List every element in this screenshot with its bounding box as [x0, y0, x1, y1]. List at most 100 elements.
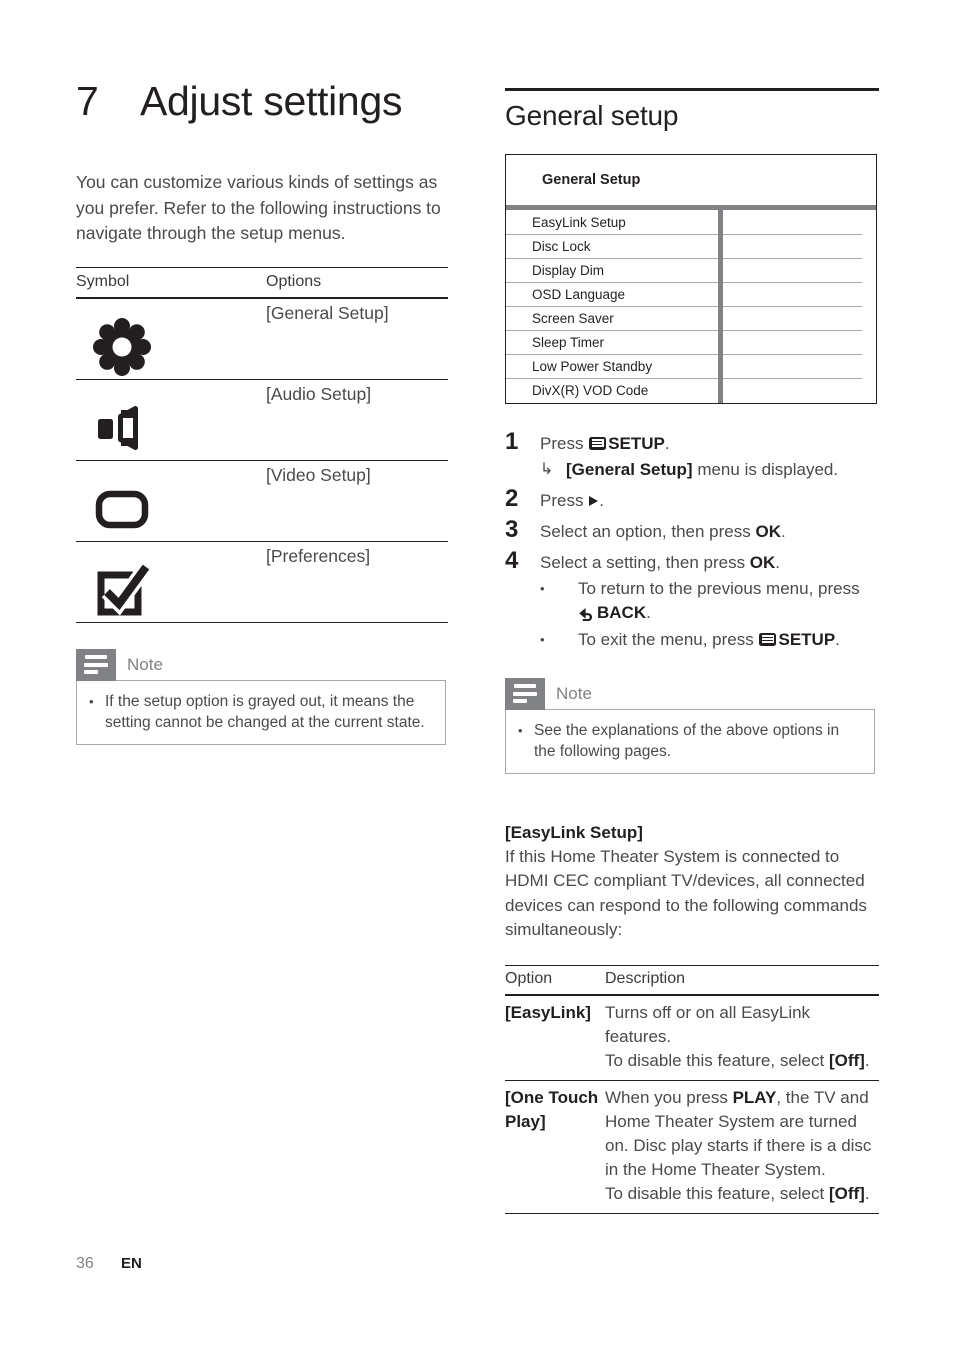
- section-rule: [505, 88, 879, 91]
- chapter-number: 7: [76, 78, 99, 124]
- table-row: [One Touch Play] When you press PLAY, th…: [505, 1080, 879, 1214]
- step-number: 3: [505, 515, 519, 543]
- result-tail: menu is displayed.: [692, 459, 839, 479]
- osd-item: OSD Language: [506, 283, 718, 307]
- desc-tail: .: [864, 1050, 870, 1070]
- desc-bold: [Off]: [828, 1183, 865, 1203]
- step-text: Press: [540, 433, 589, 453]
- desc-bold: [Off]: [828, 1050, 865, 1070]
- step-text: Select a setting, then press: [540, 552, 750, 572]
- desc-pre: When you press: [605, 1087, 733, 1107]
- symbol-cell: [76, 297, 266, 380]
- option-name: [One Touch Play]: [505, 1080, 605, 1214]
- step-body: Select an option, then press OK.: [540, 516, 786, 545]
- osd-item: Low Power Standby: [506, 355, 718, 379]
- back-arrow-icon: [578, 604, 595, 628]
- result-arrow-icon: ↳: [540, 460, 554, 478]
- table-row: [Preferences]: [76, 541, 448, 623]
- key-label: SETUP: [608, 433, 665, 453]
- key-label: OK: [749, 552, 776, 572]
- step-tail: .: [780, 521, 786, 541]
- setup-menu-icon: [589, 436, 607, 450]
- table-header-row: Option Description: [505, 964, 879, 996]
- bullet-glyph: •: [540, 580, 545, 596]
- checkbox-checked-icon: [90, 558, 154, 622]
- note-box-right: Note • See the explanations of the above…: [505, 677, 875, 774]
- table-row: [General Setup]: [76, 297, 448, 380]
- symbol-cell: [76, 541, 266, 623]
- table-row: [Audio Setup]: [76, 379, 448, 461]
- option-label: [Audio Setup]: [266, 379, 448, 461]
- osd-value-cell: [723, 379, 863, 403]
- sub-bullet-pre: To exit the menu, press: [578, 629, 759, 649]
- desc-text: To disable this feature, select: [605, 1050, 829, 1070]
- speaker-icon: [90, 396, 154, 460]
- easylink-section: [EasyLink Setup] If this Home Theater Sy…: [505, 820, 879, 943]
- option-name: [EasyLink]: [505, 994, 605, 1081]
- step-line: Select a setting, then press OK.: [540, 550, 879, 576]
- column-header-option: Option: [505, 964, 605, 996]
- desc-line: When you press PLAY, the TV and Home The…: [605, 1086, 879, 1182]
- osd-title: General Setup: [542, 172, 641, 188]
- osd-item: Display Dim: [506, 259, 718, 283]
- step-number: 2: [505, 484, 519, 512]
- page-footer: 36 EN: [76, 1255, 142, 1273]
- right-arrow-icon: [589, 495, 599, 506]
- chapter-heading: 7 Adjust settings: [76, 78, 448, 124]
- note-item: • See the explanations of the above opti…: [518, 720, 862, 762]
- osd-value-cell: [722, 259, 862, 283]
- table-row: [Video Setup]: [76, 460, 448, 542]
- step-sub-bullets: • To return to the previous menu, press …: [540, 577, 879, 652]
- desc-bold: PLAY: [732, 1087, 777, 1107]
- easylink-paragraph: If this Home Theater System is connected…: [505, 846, 867, 940]
- desc-line: To disable this feature, select [Off].: [605, 1049, 879, 1073]
- step-body: Press .: [540, 485, 604, 514]
- osd-rows: EasyLink Setup Disc Lock Display Dim OSD…: [506, 209, 877, 403]
- manual-page: 7 Adjust settings You can customize vari…: [0, 0, 954, 1350]
- symbol-options-table: Symbol Options [General Setup] [Audio Se…: [76, 266, 448, 623]
- note-item: • If the setup option is grayed out, it …: [89, 691, 433, 733]
- bullet-glyph: •: [89, 693, 94, 709]
- result-text: [General Setup] menu is displayed.: [566, 457, 838, 483]
- option-label: [Video Setup]: [266, 460, 448, 542]
- easylink-heading: [EasyLink Setup]: [505, 822, 643, 842]
- setup-menu-icon: [759, 632, 777, 646]
- step-number: 1: [505, 427, 519, 455]
- instruction-steps: 1 Press SETUP. ↳ [General Setup] menu is…: [505, 428, 879, 652]
- section-title: General setup: [505, 100, 679, 131]
- sub-bullet-post: .: [646, 602, 651, 622]
- symbol-cell: [76, 379, 266, 461]
- sub-bullet: • To return to the previous menu, press …: [540, 577, 879, 628]
- osd-value-cell: [722, 235, 862, 259]
- desc-tail: .: [864, 1183, 870, 1203]
- option-label: [General Setup]: [266, 297, 448, 380]
- note-item-text: If the setup option is grayed out, it me…: [105, 692, 425, 731]
- option-description: When you press PLAY, the TV and Home The…: [605, 1080, 879, 1214]
- osd-value-cell: [722, 331, 862, 355]
- step-body: Select a setting, then press OK. • To re…: [540, 547, 879, 652]
- sub-bullet-text: To exit the menu, press SETUP.: [578, 628, 840, 652]
- note-item-text: See the explanations of the above option…: [534, 721, 840, 760]
- page-language: EN: [121, 1255, 142, 1272]
- note-body: • See the explanations of the above opti…: [505, 708, 875, 774]
- tv-screen-icon: [90, 477, 154, 541]
- step-tail: .: [599, 490, 604, 510]
- table-row: [EasyLink] Turns off or on all EasyLink …: [505, 994, 879, 1081]
- osd-value-column: [722, 210, 877, 403]
- sub-bullet-post: .: [835, 629, 840, 649]
- column-header-description: Description: [605, 964, 879, 996]
- step-text: Press: [540, 490, 589, 510]
- desc-text: To disable this feature, select: [605, 1183, 829, 1203]
- option-label: [Preferences]: [266, 541, 448, 623]
- column-header-symbol: Symbol: [76, 266, 266, 299]
- sub-bullet-pre: To return to the previous menu, press: [578, 578, 860, 598]
- step-result: ↳ [General Setup] menu is displayed.: [540, 457, 838, 483]
- step-line: Press SETUP.: [540, 431, 838, 457]
- menu-name: [General Setup]: [566, 459, 693, 479]
- desc-line: To disable this feature, select [Off].: [605, 1182, 879, 1206]
- intro-paragraph: You can customize various kinds of setti…: [76, 172, 441, 244]
- option-description: Turns off or on all EasyLink features. T…: [605, 994, 879, 1081]
- key-label: OK: [755, 521, 781, 541]
- page-number: 36: [76, 1255, 94, 1272]
- step-number: 4: [505, 546, 519, 574]
